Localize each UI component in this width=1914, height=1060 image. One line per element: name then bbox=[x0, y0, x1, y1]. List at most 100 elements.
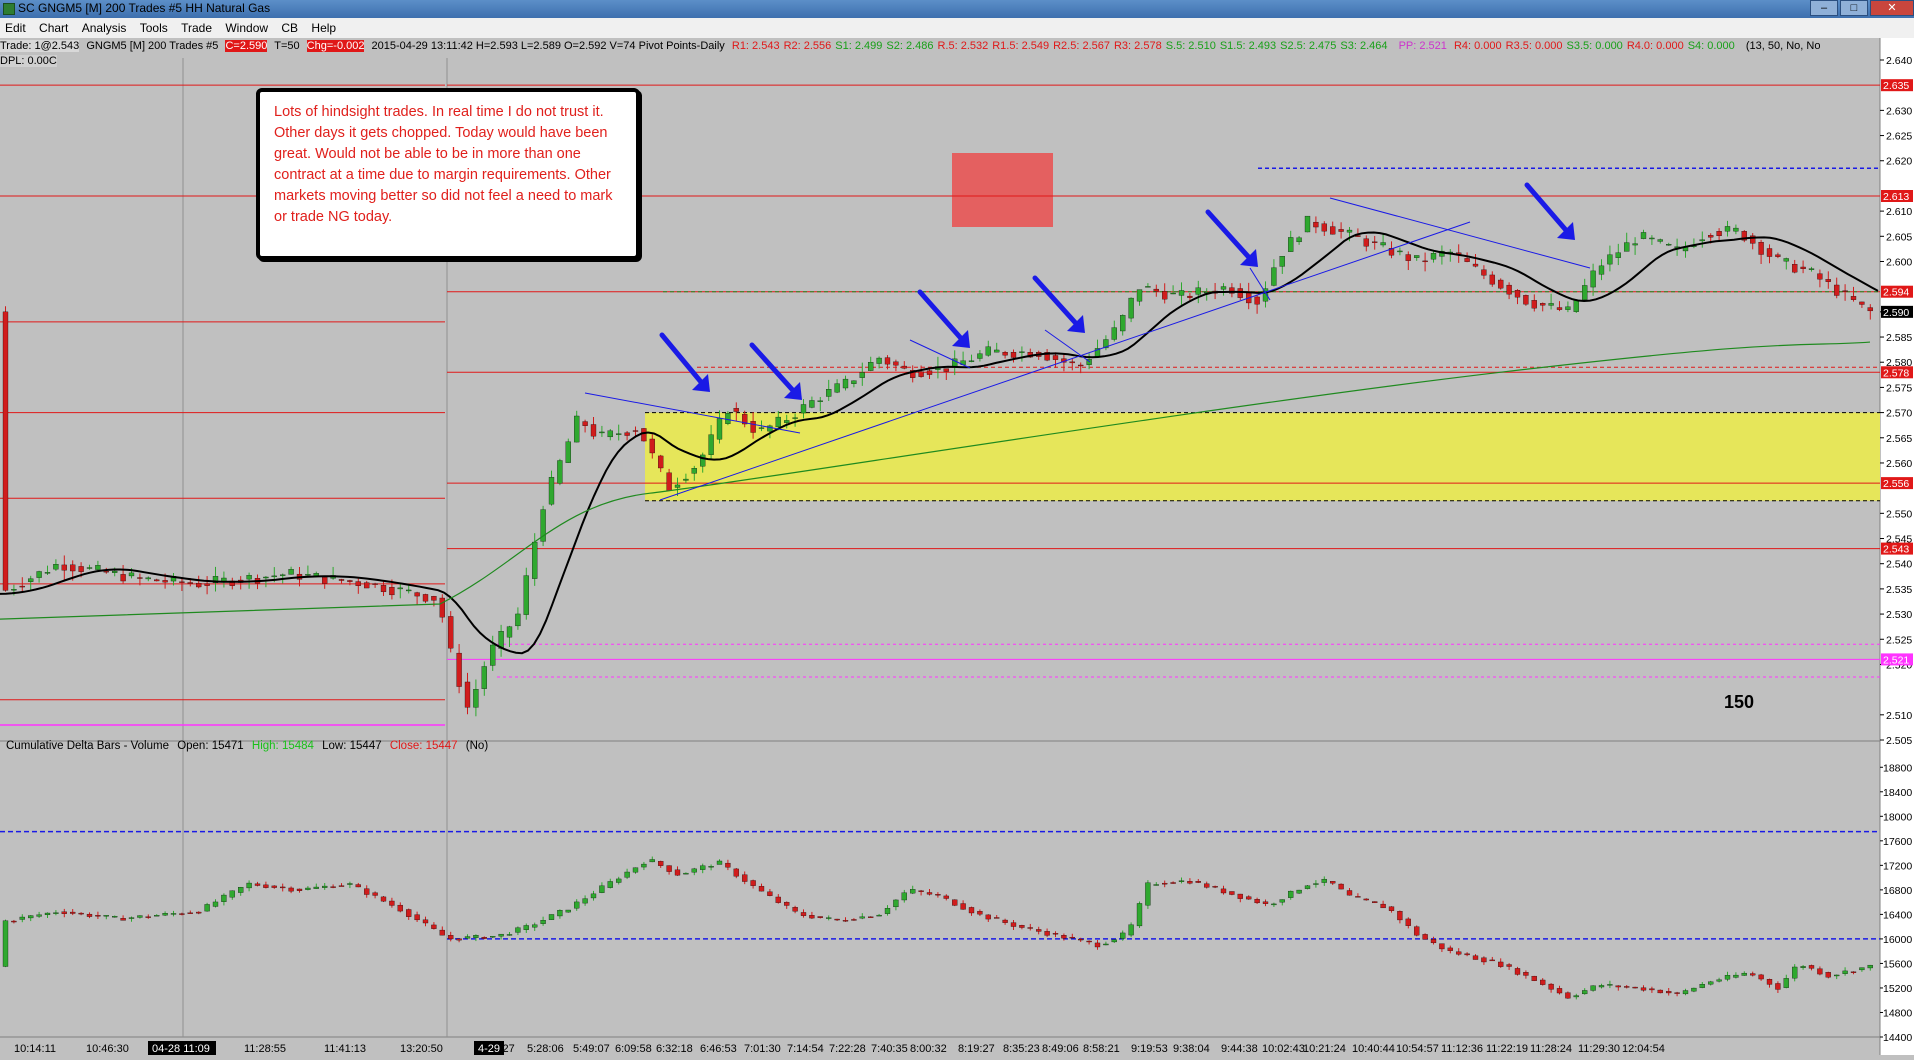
maximize-button[interactable]: □ bbox=[1840, 0, 1868, 16]
delta-candle bbox=[1372, 901, 1378, 904]
delta-candle bbox=[1750, 973, 1756, 976]
price-candle bbox=[1817, 273, 1823, 280]
price-candle bbox=[271, 575, 277, 578]
price-candle bbox=[733, 408, 739, 412]
pivot-extras: R4: 0.000 R3.5: 0.000 S3.5: 0.000 R4.0: 0.0… bbox=[1454, 40, 1739, 52]
delta-candle bbox=[145, 916, 151, 918]
price-candle bbox=[1489, 274, 1495, 285]
close-button[interactable]: ✕ bbox=[1870, 0, 1914, 16]
delta-candle bbox=[700, 865, 706, 870]
price-candle bbox=[347, 580, 353, 582]
price-candle bbox=[490, 644, 496, 666]
delta-candle bbox=[935, 894, 941, 896]
menu-edit[interactable]: Edit bbox=[0, 18, 31, 36]
price-candle bbox=[355, 581, 361, 587]
delta-candle bbox=[170, 913, 177, 915]
delta-candle bbox=[36, 914, 42, 917]
symbol-info: GNGM5 [M] 200 Trades #5 bbox=[86, 40, 219, 52]
delta-candle bbox=[1649, 988, 1655, 991]
menu-window[interactable]: Window bbox=[220, 18, 273, 36]
date-marker-label: 4-29 bbox=[478, 1043, 500, 1055]
delta-candle bbox=[1489, 959, 1495, 962]
minimize-button[interactable]: – bbox=[1810, 0, 1838, 16]
price-candle bbox=[1430, 253, 1437, 260]
price-tick-label: 2.560 bbox=[1886, 458, 1912, 470]
menu-cb[interactable]: CB bbox=[276, 18, 303, 36]
price-candle bbox=[1237, 288, 1243, 298]
price-candle bbox=[280, 574, 286, 576]
menu-chart[interactable]: Chart bbox=[34, 18, 73, 36]
price-tick-label: 2.625 bbox=[1886, 131, 1912, 143]
delta-candle bbox=[1817, 968, 1823, 975]
delta-candle bbox=[1019, 925, 1025, 928]
menu-trade[interactable]: Trade bbox=[176, 18, 217, 36]
price-candle bbox=[1582, 285, 1588, 300]
delta-candle bbox=[162, 913, 168, 916]
menu-help[interactable]: Help bbox=[306, 18, 341, 36]
delta-candle bbox=[1204, 883, 1210, 888]
time-tick-label: 8:35:23 bbox=[1003, 1043, 1040, 1055]
delta-candle bbox=[1002, 919, 1008, 923]
ohlc-info: 2015-04-29 13:11:42 H=2.593 L=2.589 O=2.… bbox=[371, 40, 725, 52]
delta-candle bbox=[515, 927, 521, 933]
delta-candle bbox=[1120, 932, 1126, 939]
trade-count: T=50 bbox=[274, 40, 300, 52]
price-tick-label: 2.540 bbox=[1886, 559, 1912, 571]
change-value: Chg=-0.002 bbox=[306, 40, 365, 52]
delta-candle bbox=[296, 888, 303, 891]
delta-candle bbox=[1296, 889, 1302, 894]
delta-candle bbox=[254, 883, 261, 886]
delta-candle bbox=[1178, 880, 1185, 882]
delta-candle bbox=[952, 899, 958, 906]
price-candle bbox=[1338, 229, 1344, 232]
delta-candle bbox=[1363, 898, 1369, 901]
price-candle bbox=[422, 594, 429, 602]
price-candle bbox=[406, 589, 412, 592]
delta-candle bbox=[1103, 943, 1109, 946]
delta-candle bbox=[901, 892, 907, 901]
menu-analysis[interactable]: Analysis bbox=[77, 18, 132, 36]
chart-info-bar: Trade: 1@2.543 GNGM5 [M] 200 Trades #5 C… bbox=[0, 40, 1824, 54]
delta-candle bbox=[758, 886, 765, 892]
delta-candle bbox=[1220, 888, 1227, 894]
price-candle bbox=[1850, 296, 1857, 300]
price-candle bbox=[868, 362, 874, 371]
price-marker-label: 2.556 bbox=[1883, 478, 1909, 490]
menu-tools[interactable]: Tools bbox=[135, 18, 173, 36]
price-candle bbox=[397, 587, 403, 590]
price-candle bbox=[750, 421, 756, 433]
price-candle bbox=[1019, 351, 1025, 353]
bar-counter-label: 150 bbox=[1724, 692, 1755, 712]
price-candle bbox=[112, 570, 118, 573]
delta-candle bbox=[1414, 926, 1420, 936]
delta-candle bbox=[406, 909, 412, 917]
price-candle bbox=[431, 596, 437, 601]
price-candle bbox=[1069, 361, 1075, 364]
time-tick-label: 12:04:54 bbox=[1622, 1043, 1665, 1055]
delta-candle bbox=[1346, 890, 1353, 896]
delta-candle bbox=[590, 893, 597, 899]
price-candle bbox=[599, 431, 605, 434]
time-tick-label: 11:12:36 bbox=[1441, 1043, 1483, 1055]
pivot-extra-label: R3.5: 0.000 bbox=[1505, 40, 1563, 52]
price-candle bbox=[196, 583, 202, 588]
annotation-note: Lots of hindsight trades. In real time I… bbox=[256, 88, 640, 260]
delta-candle bbox=[1388, 906, 1395, 911]
delta-candle bbox=[103, 915, 109, 917]
price-candle bbox=[187, 582, 193, 584]
delta-candle bbox=[1304, 885, 1311, 889]
delta-candle bbox=[78, 912, 84, 915]
delta-candle bbox=[464, 936, 471, 939]
price-candle bbox=[1136, 289, 1143, 302]
pivot-level-label: S3: 2.464 bbox=[1340, 40, 1388, 52]
time-tick-label: 10:54:57 bbox=[1396, 1043, 1439, 1055]
delta-candle bbox=[1052, 933, 1059, 935]
delta-candle bbox=[1195, 881, 1201, 883]
delta-candle bbox=[658, 861, 664, 866]
delta-candle bbox=[599, 885, 605, 893]
price-candle bbox=[1766, 248, 1773, 257]
price-tick-label: 2.620 bbox=[1886, 156, 1912, 168]
delta-candle bbox=[1607, 984, 1613, 986]
delta-candle bbox=[1397, 911, 1403, 921]
price-candle bbox=[1422, 260, 1428, 263]
